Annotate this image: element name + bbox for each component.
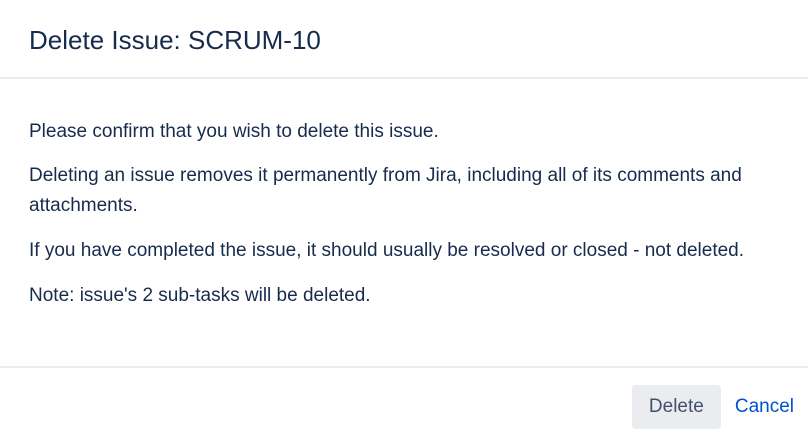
- dialog-header: Delete Issue: SCRUM-10: [0, 0, 808, 79]
- dialog-footer: Delete Cancel: [0, 368, 808, 443]
- confirm-message: Please confirm that you wish to delete t…: [29, 121, 439, 142]
- permanent-deletion-warning: Deleting an issue removes it permanently…: [29, 165, 742, 216]
- dialog-title: Delete Issue: SCRUM-10: [29, 24, 321, 55]
- dialog-body: Please confirm that you wish to delete t…: [0, 79, 808, 368]
- resolve-instead-hint: If you have completed the issue, it shou…: [29, 240, 745, 261]
- delete-button[interactable]: Delete: [631, 385, 721, 429]
- subtasks-note: Note: issue's 2 sub-tasks will be delete…: [29, 285, 371, 306]
- delete-issue-dialog: Delete Issue: SCRUM-10 Please confirm th…: [0, 0, 808, 443]
- cancel-button[interactable]: Cancel: [735, 396, 794, 418]
